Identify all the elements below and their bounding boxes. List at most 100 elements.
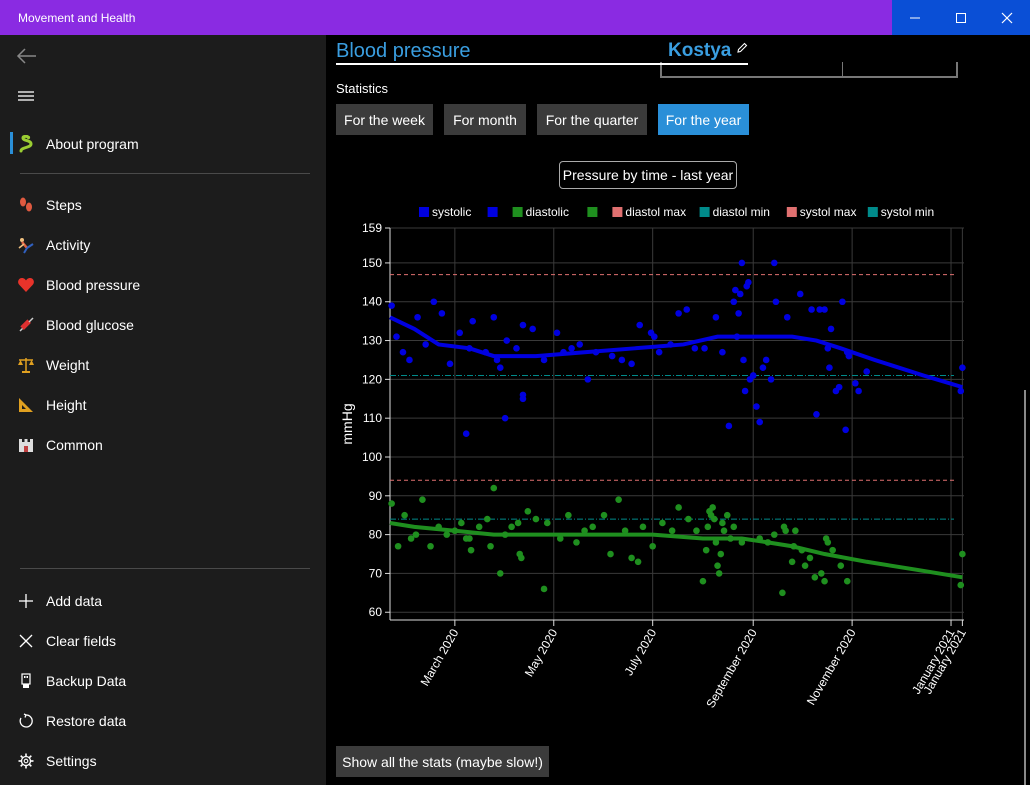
sidebar-item-label: Weight xyxy=(46,357,90,373)
sidebar-item-blood-pressure[interactable]: Blood pressure xyxy=(0,265,326,305)
systolic-point xyxy=(490,313,498,321)
systolic-point xyxy=(753,403,760,410)
hamburger-menu-icon[interactable] xyxy=(18,90,36,104)
systolic-point xyxy=(675,310,682,317)
diastolic-point xyxy=(565,511,572,519)
sidebar-item-steps[interactable]: Steps xyxy=(0,185,326,225)
systolic-point xyxy=(618,356,626,364)
systolic-point xyxy=(650,333,658,340)
sidebar-item-backup-data[interactable]: Backup Data xyxy=(0,661,326,701)
sidebar-item-about[interactable]: About program xyxy=(0,124,326,164)
legend-label: diastol max xyxy=(625,205,686,219)
sidebar-item-common[interactable]: Common xyxy=(0,425,326,465)
y-tick-label: 80 xyxy=(369,528,383,542)
systolic-point xyxy=(738,259,746,267)
x-tick-label: November 2020 xyxy=(804,626,859,707)
sidebar-item-label: Restore data xyxy=(46,713,127,729)
systolic-point xyxy=(406,356,413,364)
sidebar-item-label: About program xyxy=(46,136,139,152)
y-tick-label: 150 xyxy=(362,256,382,270)
title-underline xyxy=(336,63,748,65)
user-name[interactable]: Kostya xyxy=(668,40,731,62)
sidebar-item-activity[interactable]: Activity xyxy=(0,225,326,265)
sidebar-item-blood-glucose[interactable]: Blood glucose xyxy=(0,305,326,345)
diastolic-point xyxy=(615,496,622,503)
systolic-point xyxy=(783,313,791,321)
heart-icon xyxy=(16,275,36,295)
y-tick-label: 140 xyxy=(362,295,382,309)
minimize-button[interactable] xyxy=(892,0,938,35)
sidebar-item-add-data[interactable]: Add data xyxy=(0,581,326,621)
systolic-point xyxy=(655,348,663,356)
tab-year[interactable]: For the year xyxy=(658,104,749,135)
sidebar-item-clear-fields[interactable]: Clear fields xyxy=(0,621,326,661)
gear-icon xyxy=(16,751,36,771)
diastolic-point xyxy=(427,542,434,550)
diastolic-point xyxy=(490,484,498,492)
diastolic-point xyxy=(843,577,851,585)
diastolic-point xyxy=(770,531,778,538)
legend-swatch xyxy=(487,207,498,217)
sidebar-item-settings[interactable]: Settings xyxy=(0,741,326,781)
systolic-point xyxy=(553,329,561,337)
systolic-point xyxy=(438,310,446,317)
systolic-point xyxy=(767,376,775,383)
tab-month[interactable]: For month xyxy=(444,104,526,135)
back-arrow-icon[interactable] xyxy=(16,45,38,67)
diastolic-point xyxy=(543,519,551,527)
diastolic-point xyxy=(573,539,580,546)
divider xyxy=(20,568,310,569)
y-tick-label: 159 xyxy=(362,221,382,235)
systolic-point xyxy=(388,302,395,309)
close-button[interactable] xyxy=(984,0,1030,35)
sidebar-item-weight[interactable]: Weight xyxy=(0,345,326,385)
systolic-point xyxy=(827,325,835,333)
tab-week[interactable]: For the week xyxy=(336,104,433,135)
systolic-point xyxy=(422,341,429,348)
diastolic-point xyxy=(801,562,809,569)
diastolic-point xyxy=(467,546,475,554)
legend-swatch xyxy=(512,207,523,217)
maximize-icon xyxy=(956,12,966,23)
diastolic-point xyxy=(458,519,465,527)
maximize-button[interactable] xyxy=(938,0,984,35)
systolic-point xyxy=(852,379,859,387)
systolic-point xyxy=(446,360,454,368)
diastolic-point xyxy=(957,581,965,589)
sidebar-item-height[interactable]: Height xyxy=(0,385,326,425)
diastolic-point xyxy=(685,515,692,523)
sidebar-item-restore-data[interactable]: Restore data xyxy=(0,701,326,741)
tab-quarter[interactable]: For the quarter xyxy=(537,104,647,135)
systolic-point xyxy=(501,414,509,422)
scrollbar[interactable] xyxy=(1024,390,1026,785)
systolic-point xyxy=(826,364,833,372)
diastolic-point xyxy=(532,515,540,523)
snake-icon xyxy=(16,134,36,154)
diastolic-point xyxy=(628,554,635,562)
systolic-point xyxy=(725,422,733,430)
diastolic-point xyxy=(779,589,786,597)
scales-icon xyxy=(16,355,36,375)
diastolic-point xyxy=(806,554,814,562)
diastolic-point xyxy=(788,558,796,566)
chart-caption[interactable]: Pressure by time - last year xyxy=(559,161,737,189)
systolic-point xyxy=(741,387,749,395)
pencil-icon[interactable] xyxy=(736,42,748,54)
usb-drive-icon xyxy=(16,671,36,691)
diastolic-point xyxy=(518,554,525,562)
legend-swatch xyxy=(587,207,598,217)
x-tick-label: September 2020 xyxy=(703,626,760,710)
legend-label: systol max xyxy=(800,205,857,219)
y-tick-label: 130 xyxy=(362,334,382,348)
systolic-point xyxy=(749,372,757,379)
legend-swatch xyxy=(699,207,710,217)
systolic-point xyxy=(496,364,504,372)
systolic-point xyxy=(608,352,616,360)
gymnast-icon xyxy=(16,235,36,255)
systolic-point xyxy=(519,321,527,329)
diastolic-point xyxy=(607,550,614,558)
show-all-stats-button[interactable]: Show all the stats (maybe slow!) xyxy=(336,746,549,777)
diastolic-point xyxy=(714,562,721,569)
systolic-point xyxy=(712,313,720,321)
divider xyxy=(20,173,310,174)
